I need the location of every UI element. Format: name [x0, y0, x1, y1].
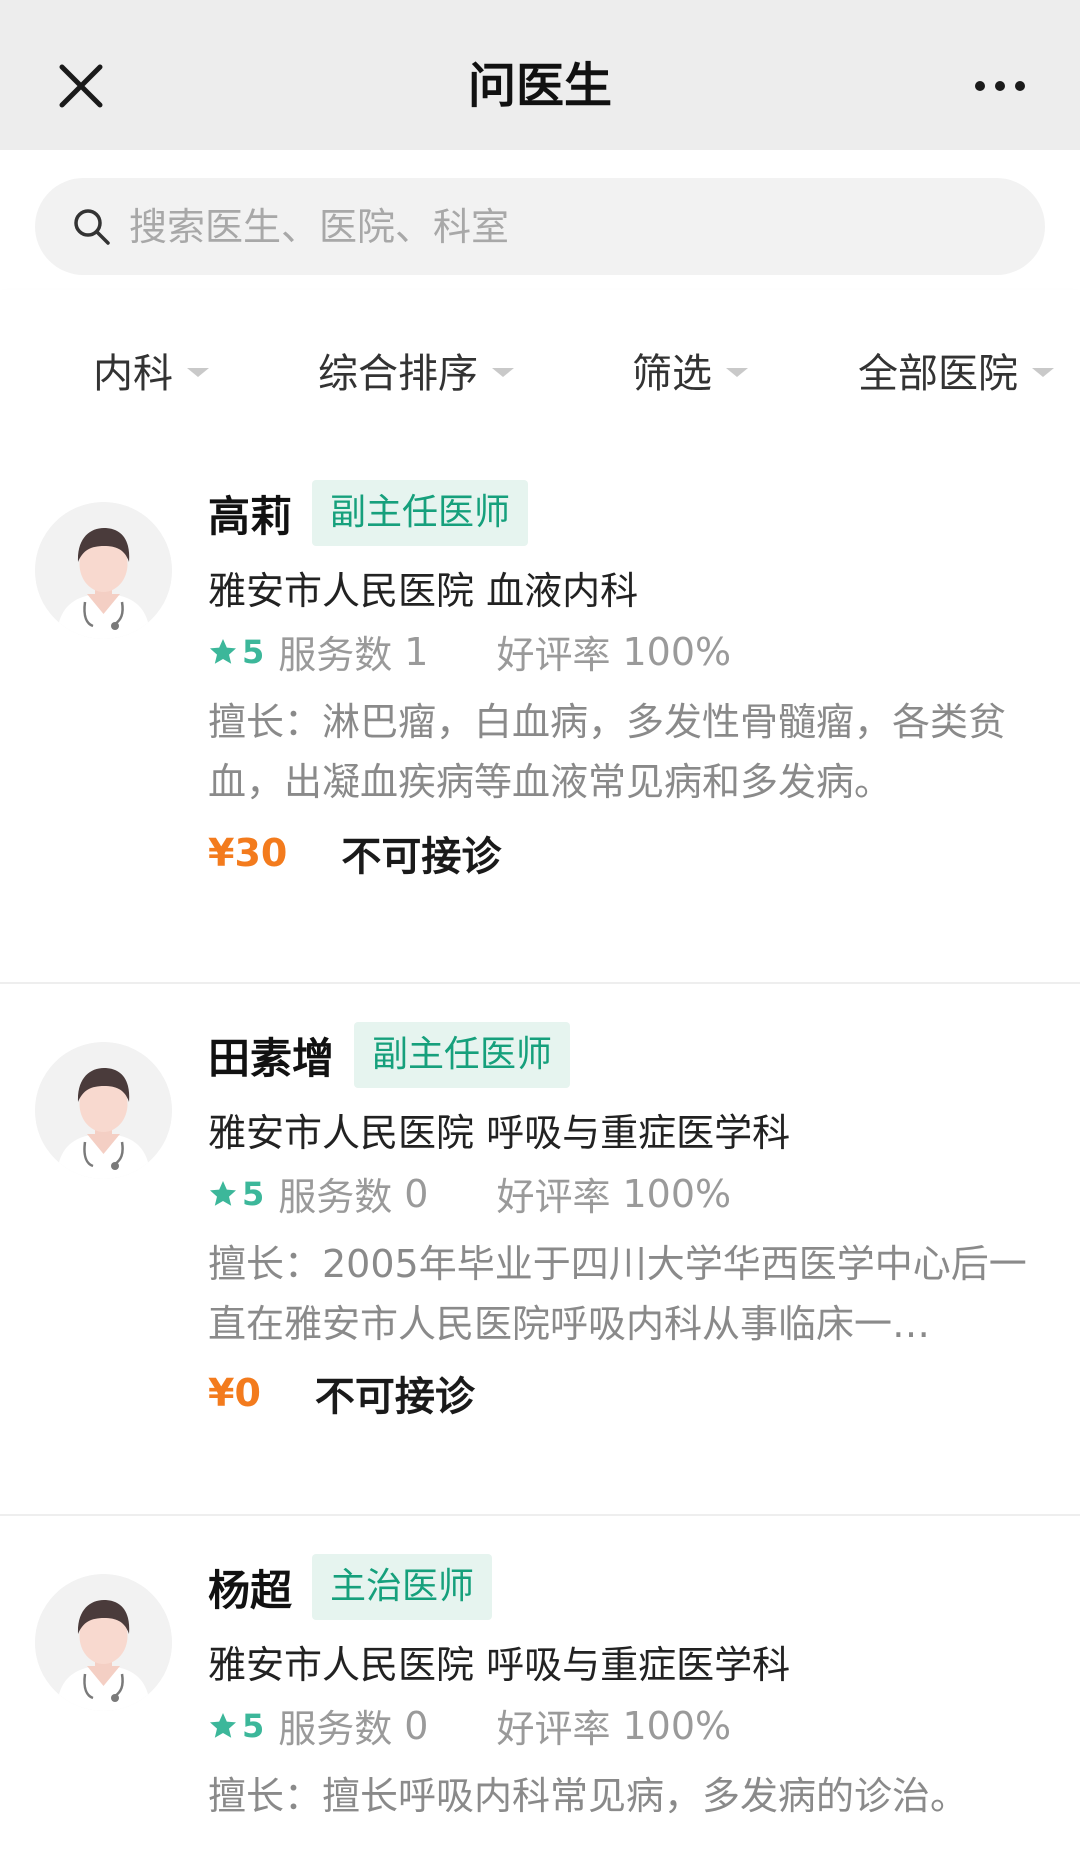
doctor-stats: 5 服务数 1 好评率 100%	[208, 624, 731, 679]
doctor-bottom-row: ¥30 不可接诊	[208, 824, 501, 882]
service-count-label: 服务数	[278, 1175, 393, 1219]
doctor-name-row: 杨超 主治医师	[208, 1554, 493, 1620]
doctor-name-row: 田素增 副主任医师	[208, 1022, 571, 1088]
doctor-card[interactable]: 杨超 主治医师 雅安市人民医院 呼吸与重症医学科 5 服务数 0 好评率 100…	[0, 1516, 1080, 1866]
caret-down-icon	[187, 367, 209, 377]
doctor-specialty: 擅长：2005年毕业于四川大学华西医学中心后一直在雅安市人民医院呼吸内科从事临床…	[208, 1242, 1027, 1346]
doctor-specialty: 擅长：淋巴瘤，白血病，多发性骨髓瘤，各类贫血，出凝血疾病等血液常见病和多发病。	[208, 700, 1007, 804]
doctor-title-badge: 副主任医师	[312, 480, 529, 546]
filter-label: 综合排序	[318, 351, 478, 397]
praise-rate-value: 100%	[622, 629, 732, 674]
availability-status: 不可接诊	[314, 1374, 475, 1420]
doctor-stats: 5 服务数 0 好评率 100%	[208, 1698, 731, 1753]
doctor-title-badge: 副主任医师	[354, 1022, 571, 1088]
doctor-hospital: 雅安市人民医院 呼吸与重症医学科	[208, 1111, 791, 1155]
doctor-stats: 5 服务数 0 好评率 100%	[208, 1166, 731, 1221]
doctor-name: 高莉	[208, 491, 293, 541]
doctor-name: 杨超	[208, 1565, 293, 1615]
search-box[interactable]	[35, 178, 1045, 275]
more-icon[interactable]	[960, 58, 1040, 114]
service-count-value: 0	[404, 1171, 429, 1216]
service-count-value: 0	[404, 1703, 429, 1748]
filter-hospital[interactable]: 全部医院	[858, 340, 1054, 400]
consult-price: ¥0	[208, 1371, 261, 1415]
praise-rate-value: 100%	[622, 1171, 732, 1216]
service-count-label: 服务数	[278, 633, 393, 677]
doctor-name-row: 高莉 副主任医师	[208, 480, 529, 546]
star-icon	[208, 637, 238, 667]
praise-rate-label: 好评率	[496, 633, 611, 677]
avatar	[35, 1574, 172, 1711]
service-count-label: 服务数	[278, 1707, 393, 1751]
search-section	[0, 150, 1080, 290]
search-icon	[71, 206, 113, 248]
top-bar: 问医生	[0, 0, 1080, 150]
doctor-specialty: 擅长：擅长呼吸内科常见病，多发病的诊治。	[208, 1774, 969, 1818]
doctor-card[interactable]: 田素增 副主任医师 雅安市人民医院 呼吸与重症医学科 5 服务数 0 好评率 1…	[0, 984, 1080, 1516]
caret-down-icon	[1032, 367, 1054, 377]
consult-price: ¥30	[208, 831, 288, 875]
doctor-bottom-row: ¥0 不可接诊	[208, 1364, 475, 1422]
filter-label: 内科	[93, 351, 173, 397]
rating-value: 5	[242, 632, 265, 671]
avatar	[35, 1042, 172, 1179]
service-count-value: 1	[404, 629, 429, 674]
filter-bar: 内科 综合排序 筛选 全部医院	[0, 290, 1080, 442]
search-input[interactable]	[127, 196, 1011, 258]
doctor-hospital: 雅安市人民医院 血液内科	[208, 569, 639, 613]
star-icon	[208, 1711, 238, 1741]
caret-down-icon	[726, 367, 748, 377]
doctor-title-badge: 主治医师	[312, 1554, 493, 1620]
filter-screen[interactable]: 筛选	[632, 340, 748, 400]
rating-value: 5	[242, 1706, 265, 1745]
filter-label: 全部医院	[858, 351, 1018, 397]
avatar	[35, 502, 172, 639]
availability-status: 不可接诊	[341, 834, 502, 880]
praise-rate-label: 好评率	[496, 1707, 611, 1751]
filter-sort[interactable]: 综合排序	[318, 340, 514, 400]
praise-rate-label: 好评率	[496, 1175, 611, 1219]
star-icon	[208, 1179, 238, 1209]
filter-label: 筛选	[632, 351, 712, 397]
rating-value: 5	[242, 1174, 265, 1213]
praise-rate-value: 100%	[622, 1703, 732, 1748]
page-title: 问医生	[467, 58, 612, 114]
doctor-hospital: 雅安市人民医院 呼吸与重症医学科	[208, 1643, 791, 1687]
caret-down-icon	[492, 367, 514, 377]
doctor-card[interactable]: 高莉 副主任医师 雅安市人民医院 血液内科 5 服务数 1 好评率 100% 擅…	[0, 442, 1080, 984]
doctor-name: 田素增	[208, 1033, 335, 1083]
filter-department[interactable]: 内科	[93, 340, 209, 400]
